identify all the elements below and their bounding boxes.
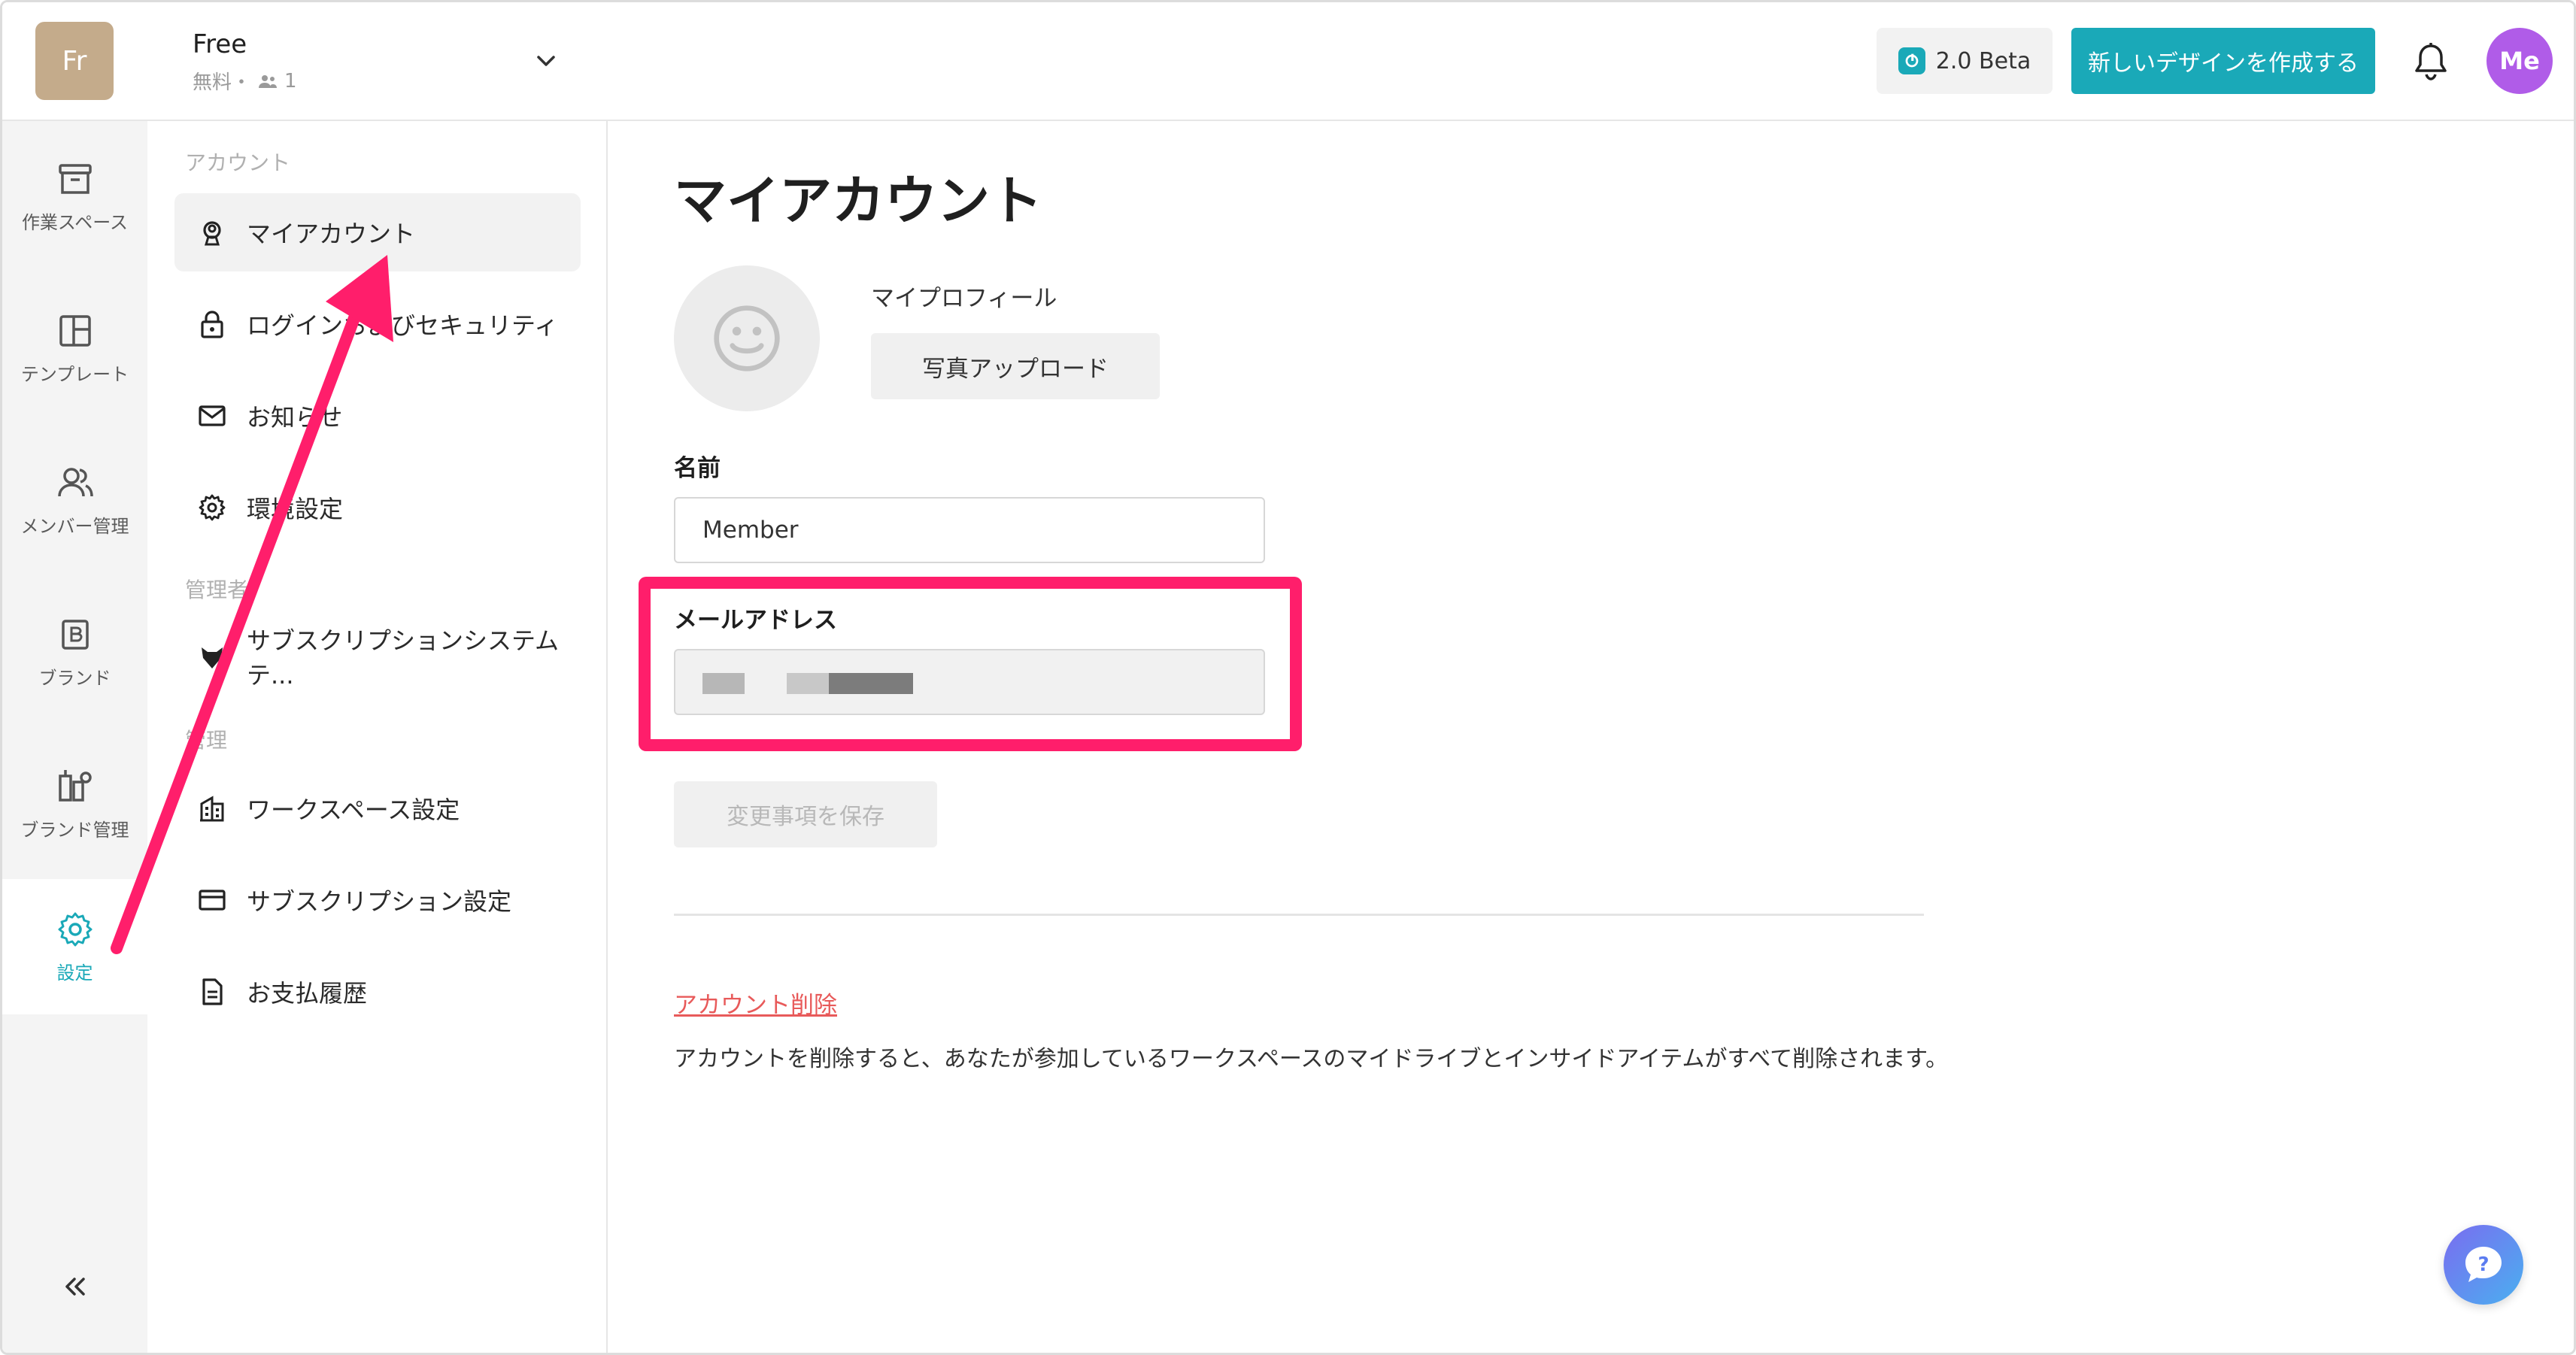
menu-item-label: サブスクリプション設定 xyxy=(247,887,512,916)
beta-label: 2.0 Beta xyxy=(1935,47,2031,74)
email-input xyxy=(674,649,1265,715)
redacted-text xyxy=(787,673,829,694)
menu-item-label: お知らせ xyxy=(247,403,343,432)
user-badge-icon xyxy=(203,221,221,246)
fox-icon xyxy=(202,647,223,668)
rail-label: テンプレート xyxy=(20,363,129,385)
settings-menu: アカウント マイアカウント ログインおよびセキュリティ お知らせ 環境設定 管理… xyxy=(147,121,608,1353)
bell-icon[interactable] xyxy=(2412,41,2450,82)
brand-manage-icon xyxy=(58,769,92,802)
delete-account-description: アカウントを削除すると、あなたが参加しているワークスペースのマイドライブとインサ… xyxy=(674,1046,1949,1072)
menu-item-workspace-settings[interactable]: ワークスペース設定 xyxy=(174,769,581,847)
menu-section-manage: 管理 xyxy=(185,728,228,753)
user-avatar[interactable]: Me xyxy=(2486,28,2553,94)
create-design-button[interactable]: 新しいデザインを作成する xyxy=(2071,28,2375,94)
menu-item-label: ワークスペース設定 xyxy=(247,796,460,824)
help-chat-icon: ? xyxy=(2465,1247,2502,1282)
workspace-name[interactable]: Free xyxy=(193,29,247,59)
rail-label: ブランド管理 xyxy=(20,819,129,841)
member-count: 1 xyxy=(284,69,297,92)
brand-icon xyxy=(61,619,89,650)
profile-avatar[interactable] xyxy=(674,265,820,411)
menu-item-label: お支払履歴 xyxy=(247,979,368,1008)
smiley-icon xyxy=(714,305,780,371)
rail-label: メンバー管理 xyxy=(20,515,129,537)
menu-item-subscription-system[interactable]: サブスクリプションシステムテ... xyxy=(174,617,581,696)
top-header: Fr Free 無料・ 1 2.0 Beta 新しいデザインを作成する Me xyxy=(2,2,2574,121)
menu-section-admin: 管理者 xyxy=(185,577,249,602)
members-icon xyxy=(57,467,93,496)
double-chevron-left-icon xyxy=(65,1278,85,1296)
workspace-plan-info: 無料・ 1 xyxy=(193,67,297,95)
svg-text:?: ? xyxy=(2477,1253,2489,1276)
people-icon xyxy=(259,74,278,88)
menu-item-my-account[interactable]: マイアカウント xyxy=(174,193,581,271)
app-window: Fr Free 無料・ 1 2.0 Beta 新しいデザインを作成する Me 作… xyxy=(0,0,2576,1355)
gear-icon xyxy=(58,912,92,946)
delete-account-link[interactable]: アカウント削除 xyxy=(674,986,837,1020)
menu-item-login-security[interactable]: ログインおよびセキュリティ xyxy=(174,285,581,363)
left-rail: 作業スペース テンプレート メンバー管理 ブランド ブランド管理 設定 xyxy=(2,121,147,1353)
menu-section-account: アカウント xyxy=(185,150,291,175)
menu-item-label: 環境設定 xyxy=(247,495,344,523)
building-icon xyxy=(200,796,224,822)
redacted-text xyxy=(702,673,745,694)
rail-item-templates[interactable]: テンプレート xyxy=(2,280,147,416)
template-icon xyxy=(59,314,91,347)
rail-label: ブランド xyxy=(38,667,111,689)
menu-item-preferences[interactable]: 環境設定 xyxy=(174,468,581,547)
rail-item-settings[interactable]: 設定 xyxy=(2,879,147,1014)
menu-item-label: ログインおよびセキュリティ xyxy=(247,311,559,340)
rail-item-brand-manage[interactable]: ブランド管理 xyxy=(2,736,147,872)
menu-item-notifications[interactable]: お知らせ xyxy=(174,377,581,455)
mail-icon xyxy=(199,405,226,426)
page-title: マイアカウント xyxy=(674,170,1042,232)
menu-item-label: サブスクリプションシステムテ... xyxy=(247,626,560,690)
main-content: マイアカウント マイプロフィール 写真アップロード 名前 Member メールア… xyxy=(608,121,2574,1353)
rail-item-workspace[interactable]: 作業スペース xyxy=(2,129,147,264)
collapse-rail-button[interactable] xyxy=(52,1264,97,1309)
rail-item-brand[interactable]: ブランド xyxy=(2,584,147,720)
menu-item-subscription-settings[interactable]: サブスクリプション設定 xyxy=(174,861,581,939)
document-icon xyxy=(202,978,223,1005)
lock-icon xyxy=(201,311,223,338)
beta-button[interactable]: 2.0 Beta xyxy=(1877,28,2053,94)
rail-label: 設定 xyxy=(56,962,93,984)
gear-icon xyxy=(199,494,226,521)
menu-item-label: マイアカウント xyxy=(247,220,416,248)
workspace-plan: 無料・ xyxy=(193,71,252,94)
upload-photo-button[interactable]: 写真アップロード xyxy=(871,333,1160,399)
chevron-down-icon[interactable] xyxy=(532,47,560,74)
archive-icon xyxy=(58,163,92,194)
save-changes-button[interactable]: 変更事項を保存 xyxy=(674,781,937,847)
name-label: 名前 xyxy=(674,455,721,482)
email-label: メールアドレス xyxy=(674,607,837,634)
divider xyxy=(674,914,1924,916)
workspace-avatar[interactable]: Fr xyxy=(35,22,114,100)
name-input[interactable]: Member xyxy=(674,497,1265,563)
redacted-text xyxy=(829,673,913,694)
menu-item-payment-history[interactable]: お支払履歴 xyxy=(174,953,581,1031)
rail-label: 作業スペース xyxy=(21,211,129,233)
rail-item-members[interactable]: メンバー管理 xyxy=(2,432,147,568)
help-chat-button[interactable]: ? xyxy=(2444,1225,2523,1305)
beta-logo-icon xyxy=(1898,47,1925,74)
card-icon xyxy=(199,890,226,911)
profile-label: マイプロフィール xyxy=(871,285,1057,312)
